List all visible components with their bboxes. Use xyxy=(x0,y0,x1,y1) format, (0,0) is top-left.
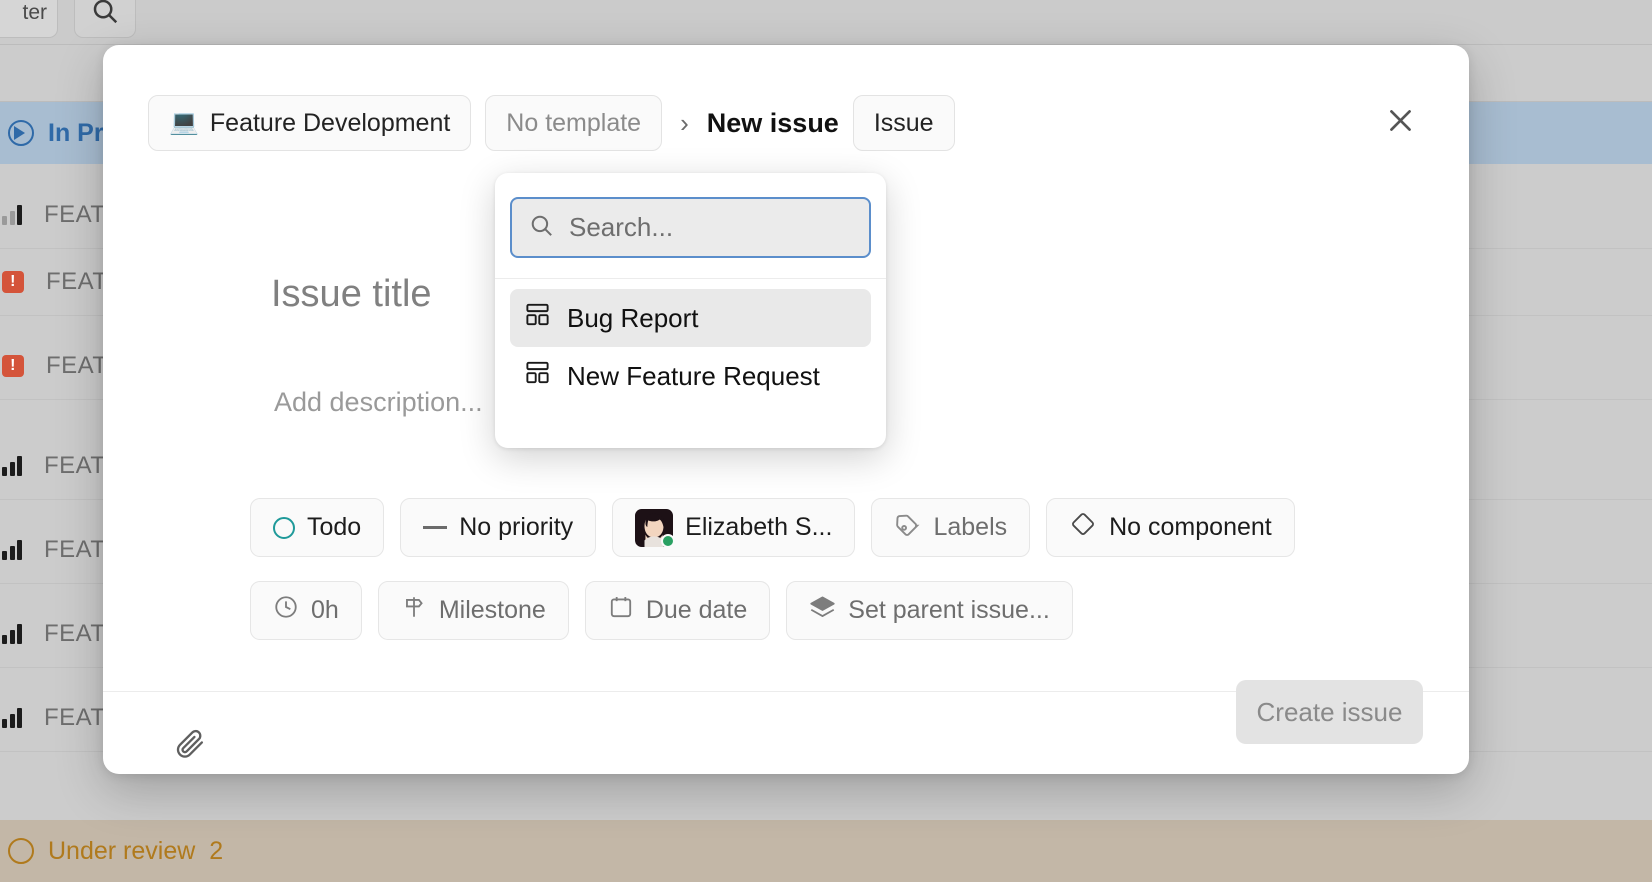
priority-high-icon xyxy=(2,624,22,644)
issue-title-input[interactable]: Issue title xyxy=(271,273,432,316)
issue-type-selector[interactable]: Issue xyxy=(853,95,955,151)
assignee-avatar xyxy=(635,509,673,547)
section-count: 2 xyxy=(209,837,223,866)
priority-high-icon xyxy=(2,708,22,728)
due-date-selector[interactable]: Due date xyxy=(585,581,770,640)
under-review-icon xyxy=(8,838,34,864)
search-icon xyxy=(528,212,555,244)
assignee-label: Elizabeth S... xyxy=(685,513,832,542)
status-label: Todo xyxy=(307,513,361,542)
component-label: No component xyxy=(1109,513,1272,542)
search-input[interactable] xyxy=(569,212,853,243)
create-issue-button[interactable]: Create issue xyxy=(1236,680,1423,744)
template-option-label: Bug Report xyxy=(567,303,699,334)
page-title: New issue xyxy=(707,108,839,139)
section-header-under-review[interactable]: Under review 2 xyxy=(0,820,1652,882)
close-button[interactable] xyxy=(1376,99,1424,147)
laptop-icon: 💻 xyxy=(169,111,199,135)
issue-description-input[interactable]: Add description... xyxy=(274,387,483,418)
project-selector[interactable]: 💻 Feature Development xyxy=(148,95,471,151)
template-layout-icon xyxy=(524,359,551,393)
section-label: Under review xyxy=(48,837,195,866)
parent-issue-label: Set parent issue... xyxy=(848,596,1050,625)
breadcrumb-chevron-icon: › xyxy=(676,108,693,139)
status-todo-icon xyxy=(273,517,295,539)
new-issue-modal: 💻 Feature Development No template › New … xyxy=(103,45,1469,774)
template-option-bug-report[interactable]: Bug Report xyxy=(510,289,871,347)
search-button[interactable] xyxy=(74,0,136,38)
online-status-dot xyxy=(661,534,675,548)
attachment-button[interactable] xyxy=(163,721,215,773)
milestone-selector[interactable]: Milestone xyxy=(378,581,569,640)
assignee-selector[interactable]: Elizabeth S... xyxy=(612,498,855,557)
priority-urgent-icon: ! xyxy=(2,271,24,293)
property-row-primary: Todo No priority Elizabeth S... xyxy=(250,498,1295,557)
project-label: Feature Development xyxy=(210,109,450,138)
calendar-icon xyxy=(608,594,634,627)
background-toolbar xyxy=(0,0,1652,44)
modal-header: 💻 Feature Development No template › New … xyxy=(148,95,1424,151)
label-tag-icon xyxy=(894,511,921,545)
priority-selector[interactable]: No priority xyxy=(400,498,596,557)
priority-none-icon xyxy=(423,526,447,529)
template-label: No template xyxy=(506,109,641,138)
priority-medium-icon xyxy=(2,205,22,225)
filter-button[interactable]: ter xyxy=(0,0,58,38)
milestone-signpost-icon xyxy=(401,594,427,627)
property-row-secondary: 0h Milestone Due date xyxy=(250,581,1073,640)
in-progress-icon xyxy=(8,120,34,146)
component-diamond-icon xyxy=(1069,510,1097,545)
template-dropdown: Bug Report New Feature Request xyxy=(495,173,886,448)
layers-icon xyxy=(809,594,836,628)
clock-icon xyxy=(273,594,299,627)
priority-urgent-icon: ! xyxy=(2,355,24,377)
template-option-new-feature-request[interactable]: New Feature Request xyxy=(510,347,871,405)
status-selector[interactable]: Todo xyxy=(250,498,384,557)
filter-button-label: ter xyxy=(22,1,47,25)
milestone-label: Milestone xyxy=(439,596,546,625)
template-selector[interactable]: No template xyxy=(485,95,662,151)
template-search-field[interactable] xyxy=(510,197,871,258)
due-date-label: Due date xyxy=(646,596,747,625)
template-option-label: New Feature Request xyxy=(567,361,820,392)
template-options-list: Bug Report New Feature Request xyxy=(495,279,886,415)
issue-type-label: Issue xyxy=(874,109,934,138)
priority-label: No priority xyxy=(459,513,573,542)
parent-issue-selector[interactable]: Set parent issue... xyxy=(786,581,1073,640)
labels-selector[interactable]: Labels xyxy=(871,498,1030,557)
estimate-label: 0h xyxy=(311,596,339,625)
template-layout-icon xyxy=(524,301,551,335)
labels-label: Labels xyxy=(933,513,1007,542)
priority-high-icon xyxy=(2,540,22,560)
component-selector[interactable]: No component xyxy=(1046,498,1295,557)
search-icon xyxy=(90,0,120,31)
estimate-selector[interactable]: 0h xyxy=(250,581,362,640)
dropdown-search-area xyxy=(495,173,886,279)
paperclip-icon xyxy=(173,728,206,766)
priority-high-icon xyxy=(2,456,22,476)
close-icon xyxy=(1385,105,1416,141)
